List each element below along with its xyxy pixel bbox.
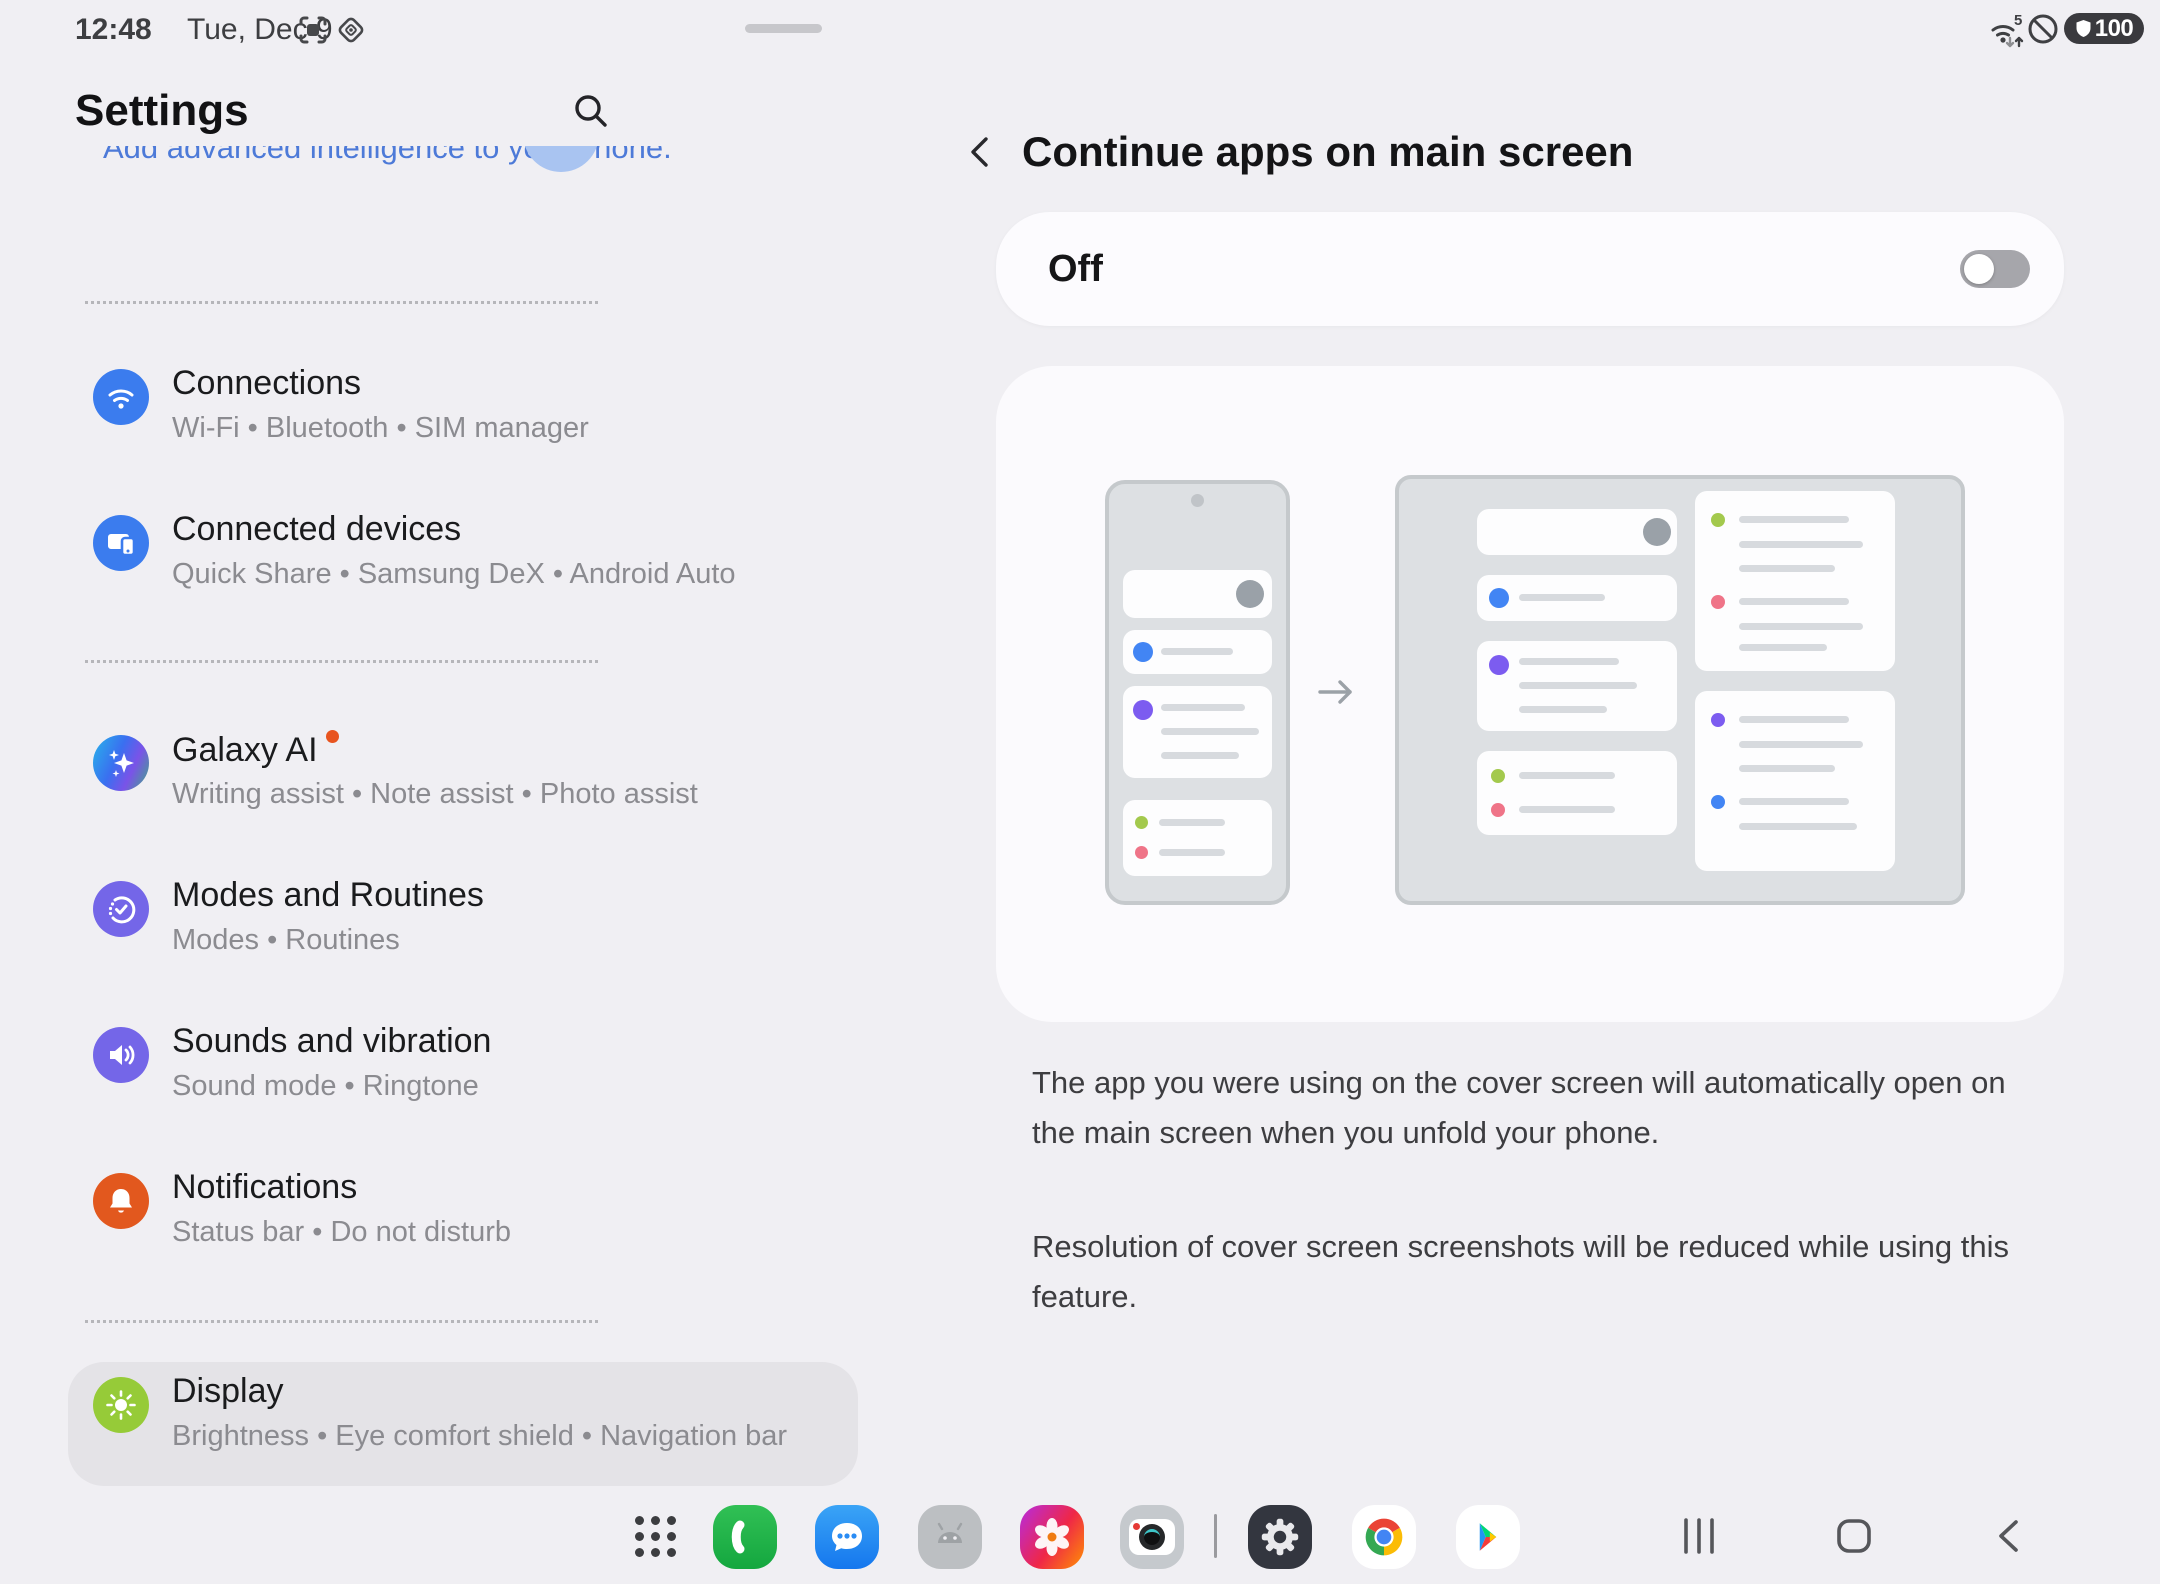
screen-handle	[745, 24, 822, 33]
sidebar-item-connections[interactable]: Connections Wi-Fi • Bluetooth • SIM mana…	[75, 352, 855, 498]
connected-devices-icon	[93, 515, 149, 571]
gallery-app-icon[interactable]	[1020, 1505, 1084, 1569]
bell-icon	[93, 1173, 149, 1229]
nav-back-button[interactable]	[1992, 1514, 2026, 1558]
description-paragraph: The app you were using on the cover scre…	[1032, 1058, 2042, 1158]
sparkles-icon	[93, 735, 149, 791]
item-title: Display	[172, 1372, 283, 1411]
item-subtitle: Writing assist • Note assist • Photo ass…	[172, 778, 698, 811]
sun-icon	[93, 1377, 149, 1433]
description-paragraph: Resolution of cover screen screenshots w…	[1032, 1222, 2042, 1322]
banner-avatar	[523, 146, 599, 172]
item-title: Notifications	[172, 1168, 357, 1207]
camera-dot	[1191, 494, 1204, 507]
item-title: Connections	[172, 364, 361, 403]
svg-text:5: 5	[2014, 12, 2022, 29]
feature-description: The app you were using on the cover scre…	[1032, 1058, 2042, 1322]
sidebar-item-notifications[interactable]: Notifications Status bar • Do not distur…	[75, 1156, 855, 1302]
item-subtitle: Brightness • Eye comfort shield • Naviga…	[172, 1420, 787, 1453]
sidebar-item-modes-routines[interactable]: Modes and Routines Modes • Routines	[75, 864, 855, 1010]
messages-app-icon[interactable]	[815, 1505, 879, 1569]
item-subtitle: Wi-Fi • Bluetooth • SIM manager	[172, 412, 589, 445]
wifi-icon	[93, 369, 149, 425]
recents-button[interactable]	[1682, 1514, 1716, 1558]
wifi-status-icon: 5	[1985, 10, 2027, 52]
speaker-icon	[93, 1027, 149, 1083]
detail-title: Continue apps on main screen	[1022, 128, 1633, 176]
screen-capture-icon	[298, 15, 328, 45]
switch-label: Off	[1048, 248, 1103, 291]
item-subtitle: Status bar • Do not disturb	[172, 1216, 511, 1249]
cover-screen-illustration	[1105, 480, 1290, 905]
galaxy-ai-banner[interactable]: Add advanced intelligence to your phone.	[75, 146, 855, 174]
labs-diamond-icon	[334, 13, 368, 47]
item-subtitle: Sound mode • Ringtone	[172, 1070, 479, 1103]
camera-app-icon[interactable]	[1120, 1505, 1184, 1569]
sidebar-item-galaxy-ai[interactable]: Galaxy AI Writing assist • Note assist •…	[75, 718, 855, 864]
phone-app-icon[interactable]	[713, 1505, 777, 1569]
item-subtitle: Modes • Routines	[172, 924, 400, 957]
new-badge-dot	[326, 730, 339, 743]
divider	[85, 660, 598, 663]
item-title: Modes and Routines	[172, 876, 484, 915]
android-app-icon[interactable]	[918, 1505, 982, 1569]
battery-shield-icon	[2075, 19, 2092, 38]
app-drawer-button[interactable]	[635, 1516, 677, 1558]
status-time: 12:48	[75, 13, 152, 47]
item-title: Galaxy AI	[172, 730, 339, 770]
taskbar-divider	[1214, 1514, 1217, 1558]
play-store-app-icon[interactable]	[1456, 1505, 1520, 1569]
item-title: Sounds and vibration	[172, 1022, 491, 1061]
settings-app-icon[interactable]	[1248, 1505, 1312, 1569]
modes-clock-icon	[93, 881, 149, 937]
item-subtitle: Quick Share • Samsung DeX • Android Auto	[172, 558, 736, 591]
toggle-knob	[1964, 254, 1994, 284]
arrow-icon	[1312, 668, 1360, 716]
search-icon[interactable]	[572, 92, 610, 130]
page-title: Settings	[75, 86, 249, 136]
sidebar-item-display[interactable]: Display Brightness • Eye comfort shield …	[75, 1372, 855, 1492]
sidebar-item-sounds[interactable]: Sounds and vibration Sound mode • Ringto…	[75, 1010, 855, 1156]
chrome-app-icon[interactable]	[1352, 1505, 1416, 1569]
sidebar-item-connected-devices[interactable]: Connected devices Quick Share • Samsung …	[75, 498, 855, 644]
back-button[interactable]	[961, 132, 1001, 172]
divider	[85, 1320, 598, 1323]
home-button[interactable]	[1834, 1514, 1874, 1558]
battery-level: 100	[2095, 15, 2134, 43]
illustration-card	[996, 366, 2064, 1022]
master-switch-card[interactable]: Off	[996, 212, 2064, 326]
item-title: Connected devices	[172, 510, 461, 549]
interruptions-blocked-icon	[2026, 12, 2060, 46]
divider	[85, 301, 598, 304]
battery-pill: 100	[2064, 13, 2144, 44]
toggle-switch[interactable]	[1960, 250, 2030, 288]
main-screen-illustration	[1395, 475, 1965, 905]
